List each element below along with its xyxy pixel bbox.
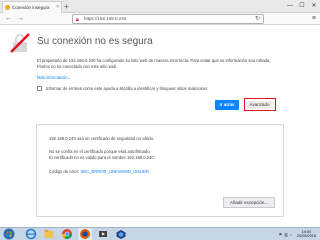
go-back-button[interactable]: Ir atrás — [215, 100, 239, 110]
tab-current[interactable]: Conexión insegura × — [2, 1, 62, 13]
advanced-details-panel: 192.168.0.240 usa un certificado de segu… — [36, 124, 284, 217]
firefox-icon[interactable] — [78, 228, 92, 240]
error-code-link[interactable]: SEC_ERROR_UNKNOWN_ISSUER — [80, 169, 148, 174]
url-bar[interactable]: 🔒︎ https://192.168.0.240 ↻ — [72, 14, 264, 24]
tab-close-icon[interactable]: × — [56, 2, 59, 13]
broken-lock-warning-icon — [10, 33, 30, 53]
virtualbox-icon[interactable] — [114, 228, 128, 240]
clock-date: 20/05/2016 — [296, 234, 316, 238]
certificate-invalid-text: 192.168.0.240 usa un certificado de segu… — [49, 136, 155, 141]
media-app-icon[interactable] — [96, 228, 110, 240]
reload-icon[interactable]: ↻ — [255, 15, 260, 23]
error-page: Su conexión no es segura El propietario … — [0, 26, 320, 227]
insecure-lock-icon[interactable]: 🔒︎ — [76, 16, 79, 24]
error-code-prefix: Código de error: — [49, 169, 80, 174]
minimize-button[interactable]: — — [284, 0, 296, 12]
window-controls: — ☐ ✕ — [284, 0, 320, 12]
forward-arrow-icon[interactable]: → — [17, 13, 24, 25]
page-title: Su conexión no es segura — [37, 36, 153, 47]
chrome-icon[interactable] — [60, 228, 74, 240]
windows-start-icon[interactable] — [2, 228, 16, 240]
advanced-button[interactable]: Avanzado — [247, 100, 272, 109]
tab-title: Conexión insegura — [12, 5, 50, 10]
clock[interactable]: 14:00 20/05/2016 — [293, 230, 320, 239]
more-info-link[interactable]: Más información... — [37, 75, 71, 80]
file-explorer-icon[interactable] — [42, 228, 56, 240]
report-checkbox-label: Informar de errores como este ayuda a Mo… — [46, 85, 208, 91]
error-description: El propietario de 192.168.0.240 ha confi… — [37, 58, 271, 69]
close-window-button[interactable]: ✕ — [308, 0, 320, 12]
maximize-button[interactable]: ☐ — [296, 0, 308, 12]
navigation-bar: ← → 🔒︎ https://192.168.0.240 ↻ ≡ — [0, 13, 320, 25]
warning-favicon-icon — [5, 5, 10, 10]
new-tab-button[interactable]: + — [64, 1, 69, 12]
error-code-line: Código de error: SEC_ERROR_UNKNOWN_ISSUE… — [49, 169, 149, 174]
system-tray: ⚑ ▥ ♪ 14:00 20/05/2016 — [278, 228, 320, 240]
taskbar: ⚑ ▥ ♪ 14:00 20/05/2016 — [0, 227, 320, 240]
self-signed-text: No se confía en el certificado porque es… — [49, 149, 151, 154]
hamburger-menu-icon[interactable]: ≡ — [312, 13, 316, 25]
add-exception-button[interactable]: Añadir excepción... — [223, 197, 275, 208]
name-mismatch-text: El certificado no es válido para el nomb… — [49, 155, 155, 160]
tab-bar: Conexión insegura × + — ☐ ✕ — [0, 0, 320, 13]
url-text[interactable]: https://192.168.0.240 — [84, 15, 126, 23]
report-checkbox[interactable] — [37, 86, 42, 91]
advanced-button-highlight[interactable]: Avanzado — [244, 98, 276, 111]
internet-explorer-icon[interactable] — [24, 228, 38, 240]
back-arrow-icon[interactable]: ← — [5, 13, 12, 25]
